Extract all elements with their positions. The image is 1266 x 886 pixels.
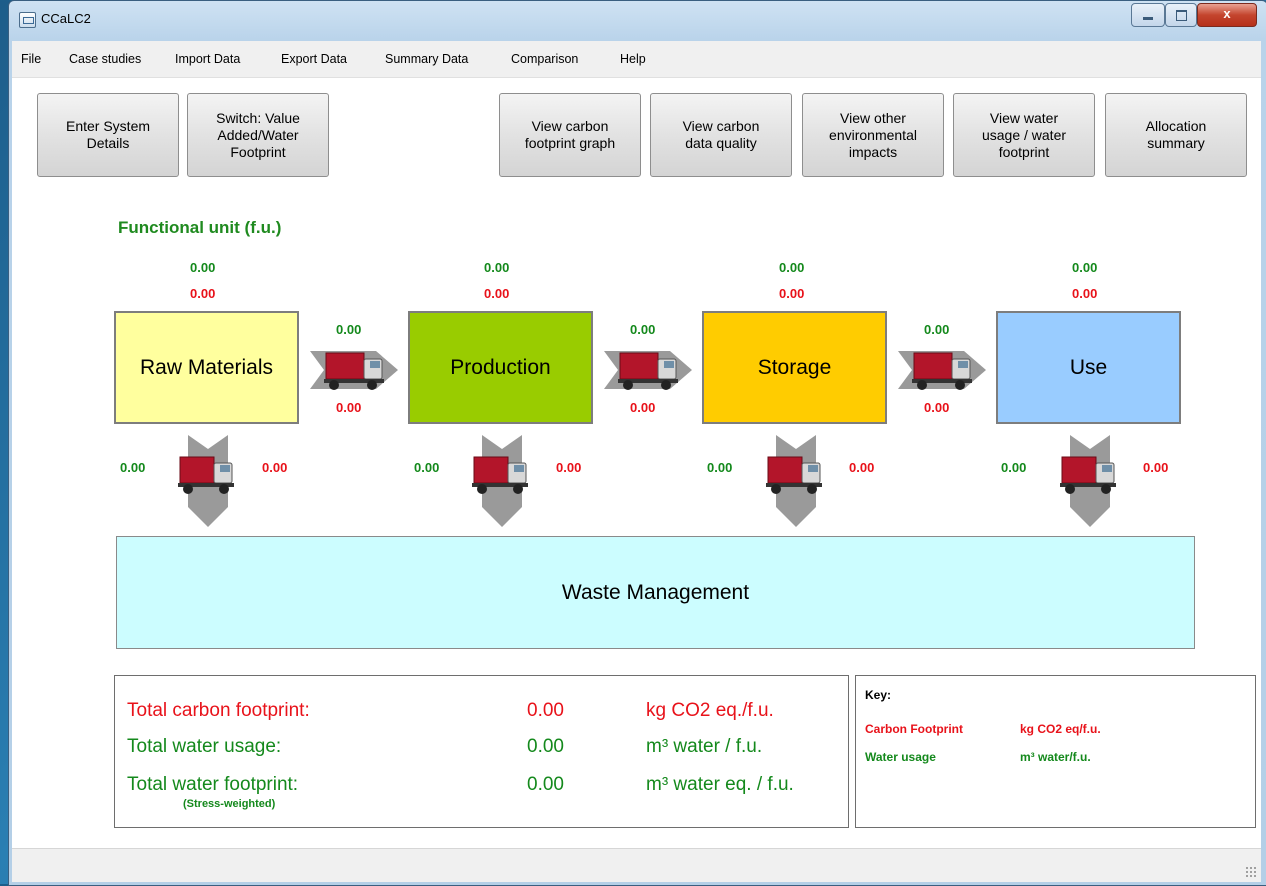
stage-top-green-value: 0.00 (190, 260, 216, 275)
stress-weighted-note: (Stress-weighted) (183, 798, 276, 810)
totals-panel: Total carbon footprint: 0.00 kg CO2 eq./… (114, 675, 849, 828)
menu-bar: File Case studies Import Data Export Dat… (12, 41, 1261, 78)
maximize-button[interactable] (1165, 3, 1197, 27)
transport-red-value: 0.00 (336, 400, 362, 415)
client-area: File Case studies Import Data Export Dat… (12, 41, 1261, 882)
close-icon: x (1223, 6, 1231, 21)
total-water-usage-unit: m³ water / f.u. (646, 736, 763, 757)
stage-top-green-value: 0.00 (1072, 260, 1098, 275)
stage-production[interactable]: Production (408, 311, 593, 424)
waste-transport-green-value: 0.00 (707, 460, 733, 475)
resize-grip-icon[interactable] (1245, 866, 1257, 878)
key-water-label: Water usage (865, 750, 936, 764)
functional-unit-label: Functional unit (f.u.) (118, 218, 282, 237)
waste-truck-icon[interactable] (764, 435, 828, 527)
total-water-usage-label: Total water usage: (127, 736, 282, 757)
transport-green-value: 0.00 (630, 322, 656, 337)
switch-value-button[interactable]: Switch: Value Added/Water Footprint (187, 93, 329, 177)
window-title: CCaLC2 (41, 11, 91, 26)
transport-red-value: 0.00 (630, 400, 656, 415)
key-title: Key: (865, 688, 892, 702)
waste-transport-red-value: 0.00 (1143, 460, 1169, 475)
view-water-button[interactable]: View water usage / water footprint (953, 93, 1095, 177)
minimize-icon (1143, 17, 1153, 20)
view-carbon-graph-button[interactable]: View carbon footprint graph (499, 93, 641, 177)
menu-help[interactable]: Help (620, 52, 646, 66)
total-water-footprint-label: Total water footprint: (127, 774, 299, 795)
maximize-icon (1176, 10, 1187, 21)
stage-top-red-value: 0.00 (779, 286, 805, 301)
transport-red-value: 0.00 (924, 400, 950, 415)
menu-file[interactable]: File (21, 52, 41, 66)
total-carbon-unit: kg CO2 eq./f.u. (646, 700, 774, 721)
key-carbon-unit: kg CO2 eq/f.u. (1020, 722, 1101, 736)
stage-top-red-value: 0.00 (1072, 286, 1098, 301)
minimize-button[interactable] (1131, 3, 1165, 27)
waste-transport-red-value: 0.00 (849, 460, 875, 475)
view-other-impacts-button[interactable]: View other environmental impacts (802, 93, 944, 177)
stage-top-red-value: 0.00 (190, 286, 216, 301)
total-water-footprint-unit: m³ water eq. / f.u. (646, 774, 794, 795)
stage-top-green-value: 0.00 (484, 260, 510, 275)
total-carbon-label: Total carbon footprint: (127, 700, 310, 721)
transport-truck-icon[interactable] (310, 345, 398, 395)
key-water-unit: m³ water/f.u. (1020, 750, 1091, 764)
close-button[interactable]: x (1197, 3, 1257, 27)
view-carbon-quality-button[interactable]: View carbon data quality (650, 93, 792, 177)
waste-truck-icon[interactable] (1058, 435, 1122, 527)
waste-transport-green-value: 0.00 (414, 460, 440, 475)
menu-comparison[interactable]: Comparison (511, 52, 578, 66)
total-carbon-value: 0.00 (527, 700, 564, 721)
title-bar[interactable]: CCaLC2 x (9, 1, 1266, 41)
key-panel: Key: Carbon Footprint kg CO2 eq/f.u. Wat… (855, 675, 1256, 828)
status-bar (12, 848, 1261, 882)
stage-top-red-value: 0.00 (484, 286, 510, 301)
app-window: CCaLC2 x File Case studies Import Data E… (8, 0, 1266, 886)
waste-management-box[interactable]: Waste Management (116, 536, 1195, 649)
transport-truck-icon[interactable] (604, 345, 692, 395)
stage-use[interactable]: Use (996, 311, 1181, 424)
waste-transport-green-value: 0.00 (120, 460, 146, 475)
app-icon (19, 12, 36, 28)
waste-truck-icon[interactable] (176, 435, 240, 527)
transport-green-value: 0.00 (924, 322, 950, 337)
waste-truck-icon[interactable] (470, 435, 534, 527)
stage-storage[interactable]: Storage (702, 311, 887, 424)
menu-import-data[interactable]: Import Data (175, 52, 240, 66)
waste-transport-red-value: 0.00 (556, 460, 582, 475)
stage-top-green-value: 0.00 (779, 260, 805, 275)
stage-raw-materials[interactable]: Raw Materials (114, 311, 299, 424)
menu-case-studies[interactable]: Case studies (69, 52, 141, 66)
key-carbon-label: Carbon Footprint (865, 722, 963, 736)
menu-export-data[interactable]: Export Data (281, 52, 347, 66)
waste-transport-red-value: 0.00 (262, 460, 288, 475)
allocation-summary-button[interactable]: Allocation summary (1105, 93, 1247, 177)
total-water-footprint-value: 0.00 (527, 774, 564, 795)
transport-truck-icon[interactable] (898, 345, 986, 395)
enter-system-details-button[interactable]: Enter System Details (37, 93, 179, 177)
menu-summary-data[interactable]: Summary Data (385, 52, 468, 66)
transport-green-value: 0.00 (336, 322, 362, 337)
waste-transport-green-value: 0.00 (1001, 460, 1027, 475)
total-water-usage-value: 0.00 (527, 736, 564, 757)
